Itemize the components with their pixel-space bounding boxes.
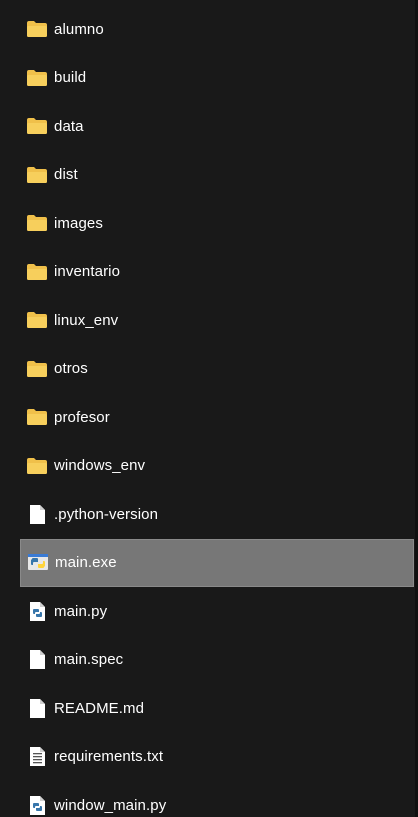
list-item-inventario[interactable]: inventario: [0, 248, 414, 297]
item-label: requirements.txt: [54, 748, 164, 766]
item-label: profesor: [54, 408, 110, 426]
list-item-windows-env[interactable]: windows_env: [0, 442, 414, 491]
folder-icon: [27, 165, 47, 185]
file-list: alumno build data dist images inventario…: [0, 5, 414, 817]
list-item-images[interactable]: images: [0, 199, 414, 248]
list-item-window-main-py[interactable]: window_main.py: [0, 781, 414, 817]
folder-icon: [27, 68, 47, 88]
item-label: data: [54, 117, 84, 135]
file-explorer-panel: alumno build data dist images inventario…: [0, 0, 418, 817]
item-label: main.py: [54, 602, 108, 620]
item-label: window_main.py: [54, 796, 167, 814]
list-item-requirements[interactable]: requirements.txt: [0, 733, 414, 782]
list-item-alumno[interactable]: alumno: [0, 5, 414, 54]
folder-icon: [27, 19, 47, 39]
file-icon: [27, 698, 47, 718]
list-item-main-spec[interactable]: main.spec: [0, 636, 414, 685]
item-label: README.md: [54, 699, 145, 717]
item-label: inventario: [54, 263, 121, 281]
folder-icon: [27, 456, 47, 476]
folder-icon: [27, 310, 47, 330]
file-icon: [27, 650, 47, 670]
item-label: windows_env: [54, 457, 146, 475]
list-item-python-version[interactable]: .python-version: [0, 490, 414, 539]
item-label: .python-version: [54, 505, 159, 523]
item-label: dist: [54, 166, 78, 184]
item-label: main.spec: [54, 651, 124, 669]
file-icon: [27, 504, 47, 524]
folder-icon: [27, 262, 47, 282]
folder-icon: [27, 359, 47, 379]
list-item-data[interactable]: data: [0, 102, 414, 151]
folder-icon: [27, 407, 47, 427]
folder-icon: [27, 116, 47, 136]
folder-icon: [27, 213, 47, 233]
list-item-main-exe[interactable]: main.exe: [20, 538, 414, 587]
item-label: main.exe: [55, 554, 117, 572]
list-item-linux-env[interactable]: linux_env: [0, 296, 414, 345]
item-label: linux_env: [54, 311, 119, 329]
python-file-icon: [27, 601, 47, 621]
item-label: build: [54, 69, 87, 87]
list-item-profesor[interactable]: profesor: [0, 393, 414, 442]
list-item-otros[interactable]: otros: [0, 345, 414, 394]
python-file-icon: [27, 795, 47, 815]
list-item-main-py[interactable]: main.py: [0, 587, 414, 636]
item-label: otros: [54, 360, 88, 378]
text-file-icon: [27, 747, 47, 767]
item-label: alumno: [54, 20, 104, 38]
item-label: images: [54, 214, 103, 232]
python-exe-icon: [28, 553, 48, 573]
list-item-build[interactable]: build: [0, 54, 414, 103]
list-item-dist[interactable]: dist: [0, 151, 414, 200]
list-item-readme[interactable]: README.md: [0, 684, 414, 733]
